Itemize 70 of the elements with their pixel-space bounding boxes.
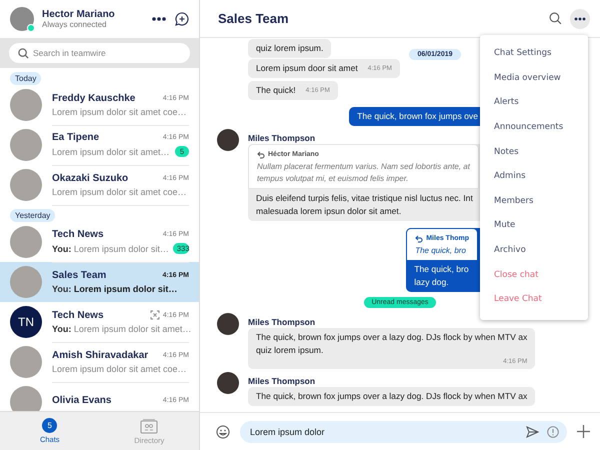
message-text: quiz lorem ipsum.	[256, 42, 324, 55]
directory-icon	[140, 418, 158, 434]
avatar-photo-placeholder	[10, 346, 42, 378]
chat-name: Okazaki Suzuko	[52, 172, 128, 184]
sender-name: Miles Thompson	[248, 317, 316, 327]
avatar-photo-placeholder	[10, 386, 42, 411]
more-icon	[574, 16, 586, 20]
chat-name: Tech News	[52, 229, 104, 240]
quoted-text: The quick, bro	[415, 245, 467, 257]
message-text: Duis eleifend turpis felis, vitae tristique nisl luctus nec. Int malesuada lorem ipsun dolor sit amet.	[256, 192, 474, 218]
message-preview: You: Lorem ipsum dolor sit…	[52, 284, 178, 294]
message-input-field[interactable]: Lorem ipsum dolor	[240, 420, 567, 442]
profile-name: Hector Mariano	[42, 9, 116, 20]
chat-name: Amish Shiravadakar	[52, 350, 148, 360]
profile-status: Always connected	[42, 20, 108, 29]
sender-avatar-placeholder	[217, 313, 239, 335]
quoted-text: Nullam placerat fermentum varius. Nam sed lobortis ante, at tempus volutpat mi, et euismod felis imper.	[257, 161, 470, 185]
menu-item[interactable]: Media overview	[480, 66, 588, 90]
message-text: The quick, bro lazy dog.	[414, 263, 469, 289]
chat-title: Sales Team	[218, 11, 290, 26]
sender-avatar-placeholder	[217, 129, 239, 151]
send-icon[interactable]	[526, 426, 539, 438]
message-text: The quick, brown fox jumps ove	[357, 110, 478, 123]
section-label: Today	[10, 72, 42, 85]
menu-item[interactable]: Archivo	[480, 238, 588, 262]
chat-name: Olivia Evans	[52, 394, 112, 406]
message-preview: Lorem ipsum dolor sit amet…	[52, 146, 170, 156]
menu-item[interactable]: Mute	[480, 213, 588, 238]
avatar-photo-placeholder	[10, 89, 42, 121]
reply-icon	[415, 234, 424, 242]
section-label: Yesterday	[10, 209, 56, 222]
avatar-photo-placeholder	[10, 169, 42, 201]
search-icon	[18, 48, 29, 59]
info-icon[interactable]	[547, 426, 559, 438]
sender-name: Miles Thompson	[248, 133, 316, 143]
message-preview: Lorem ipsum dolor sit amet coe…	[52, 186, 187, 196]
chat-name: Sales Team	[52, 270, 106, 280]
emoji-icon[interactable]	[216, 424, 230, 438]
menu-item[interactable]: Admins	[480, 164, 588, 189]
reply-icon	[257, 150, 265, 158]
menu-item[interactable]: Announcements	[480, 114, 588, 140]
more-button[interactable]	[570, 8, 590, 28]
message-preview: You: Lorem ipsum dolor sit amet…	[52, 324, 192, 334]
avatar-photo-placeholder	[10, 266, 42, 298]
chat-name: Tech News	[52, 310, 104, 320]
message-preview: Lorem ipsum dolor sit amet coe…	[52, 364, 187, 374]
message-text: Lorem ipsum door sit amet	[256, 62, 358, 75]
menu-item[interactable]: Chat Settings	[480, 41, 588, 66]
sender-avatar-placeholder	[217, 372, 239, 394]
new-chat-icon[interactable]	[175, 12, 189, 26]
plus-icon[interactable]	[577, 425, 590, 438]
initials-avatar: TN	[10, 306, 42, 338]
chat-name: Freddy Kauschke	[52, 92, 136, 104]
more-icon[interactable]	[151, 16, 167, 22]
profile-avatar-placeholder	[10, 7, 34, 31]
chat-name: Ea Tipene	[52, 132, 100, 143]
menu-item[interactable]: Notes	[480, 139, 588, 164]
search-field[interactable]: Search in teamwire	[9, 43, 190, 63]
message-text: The quick!	[256, 84, 296, 97]
message-preview: You: Lorem ipsum dolor sit…	[52, 244, 169, 254]
avatar-photo-placeholder	[10, 226, 42, 258]
sender-name: Miles Thompson	[248, 376, 316, 386]
avatar-photo-placeholder	[10, 129, 42, 161]
message-text: The quick, brown fox jumps over a lazy dog. DJs flock by when MTV ax	[256, 390, 528, 403]
menu-item[interactable]: Alerts	[480, 90, 588, 115]
message-text: The quick, brown fox jumps over a lazy dog. DJs flock by when MTV ax quiz lorem ipsum.	[256, 331, 528, 357]
chats-count-badge: 5	[42, 418, 58, 433]
menu-item[interactable]: Members	[480, 188, 588, 214]
search-icon[interactable]	[549, 12, 562, 25]
message-preview: Lorem ipsum dolor sit amet coe…	[52, 106, 187, 116]
